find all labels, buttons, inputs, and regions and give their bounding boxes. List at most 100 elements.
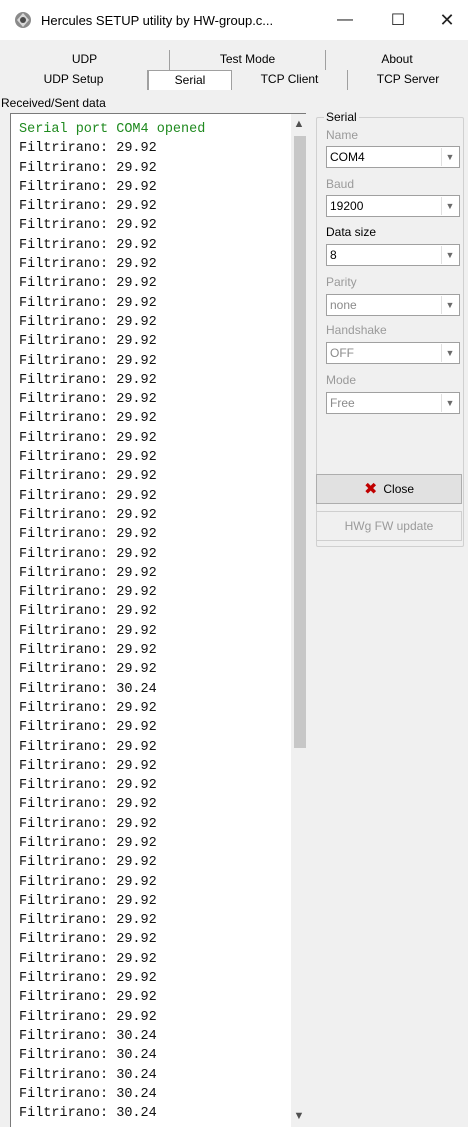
log-line: Filtrirano: 29.92: [19, 758, 157, 774]
log-line: Filtrirano: 29.92: [19, 604, 157, 620]
log-line: Filtrirano: 29.92: [19, 469, 157, 485]
baud-label: Baud: [326, 177, 355, 191]
log-line: Filtrirano: 30.24: [19, 1028, 157, 1044]
log-line: Filtrirano: 29.92: [19, 392, 157, 408]
tab-about[interactable]: About: [326, 50, 468, 70]
log-line: Filtrirano: 29.92: [19, 643, 157, 659]
tab-serial[interactable]: Serial: [148, 70, 232, 90]
tab-tcp-client[interactable]: TCP Client: [232, 70, 348, 90]
log-line: Filtrirano: 29.92: [19, 334, 157, 350]
window-title: Hercules SETUP utility by HW-group.c...: [41, 12, 274, 28]
mode-select[interactable]: Free ▼: [326, 392, 460, 414]
data-size-label: Data size: [326, 225, 377, 239]
log-line: Filtrirano: 29.92: [19, 160, 157, 176]
mode-label: Mode: [326, 373, 357, 387]
log-line: Filtrirano: 29.92: [19, 797, 157, 813]
close-x-icon: ✖: [363, 481, 378, 498]
log-line: Filtrirano: 29.92: [19, 700, 157, 716]
log-scrollbar[interactable]: ▲ ▼: [291, 114, 306, 1127]
handshake-label: Handshake: [326, 323, 387, 337]
baud-value: 19200: [330, 199, 364, 213]
log-line: Filtrirano: 29.92: [19, 295, 157, 311]
log-line: Filtrirano: 29.92: [19, 835, 157, 851]
log-lines: Serial port COM4 opened Filtrirano: 29.92…: [19, 120, 205, 1123]
handshake-select[interactable]: OFF ▼: [326, 342, 460, 364]
tab-udp[interactable]: UDP: [0, 50, 170, 70]
chevron-down-icon[interactable]: ▼: [441, 344, 458, 362]
log-line: Filtrirano: 30.24: [19, 1048, 157, 1064]
received-sent-label: Received/Sent data: [1, 96, 106, 110]
parity-value: none: [330, 298, 357, 312]
log-line: Filtrirano: 29.92: [19, 218, 157, 234]
close-port-button[interactable]: ✖ Close: [316, 474, 462, 504]
log-line: Filtrirano: 29.92: [19, 971, 157, 987]
log-line: Filtrirano: 30.24: [19, 1067, 157, 1083]
log-line: Serial port COM4 opened: [19, 122, 206, 137]
tab-udp-setup[interactable]: UDP Setup: [0, 70, 148, 90]
log-line: Filtrirano: 29.92: [19, 662, 157, 678]
log-line: Filtrirano: 29.92: [19, 855, 157, 871]
log-line: Filtrirano: 29.92: [19, 739, 157, 755]
hwg-fw-update-button[interactable]: HWg FW update: [316, 511, 462, 541]
log-line: Filtrirano: 29.92: [19, 893, 157, 909]
minimize-button[interactable]: —: [322, 0, 368, 40]
log-line: Filtrirano: 29.92: [19, 874, 157, 890]
title-bar: Hercules SETUP utility by HW-group.c... …: [0, 0, 468, 40]
received-data-log[interactable]: Serial port COM4 opened Filtrirano: 29.92…: [10, 113, 306, 1127]
log-line: Filtrirano: 29.92: [19, 565, 157, 581]
log-line: Filtrirano: 29.92: [19, 623, 157, 639]
log-line: Filtrirano: 30.24: [19, 681, 157, 697]
chevron-down-icon[interactable]: ▼: [441, 197, 458, 215]
log-line: Filtrirano: 29.92: [19, 990, 157, 1006]
scroll-up-icon[interactable]: ▲: [291, 116, 306, 132]
handshake-value: OFF: [330, 346, 354, 360]
log-line: Filtrirano: 29.92: [19, 141, 157, 157]
log-line: Filtrirano: 29.92: [19, 816, 157, 832]
log-line: Filtrirano: 29.92: [19, 488, 157, 504]
parity-label: Parity: [326, 275, 357, 289]
log-line: Filtrirano: 29.92: [19, 720, 157, 736]
chevron-down-icon[interactable]: ▼: [441, 394, 458, 412]
data-size-select[interactable]: 8 ▼: [326, 244, 460, 266]
chevron-down-icon[interactable]: ▼: [441, 246, 458, 264]
log-line: Filtrirano: 29.92: [19, 353, 157, 369]
log-line: Filtrirano: 29.92: [19, 778, 157, 794]
log-line: Filtrirano: 29.92: [19, 932, 157, 948]
data-size-value: 8: [330, 248, 337, 262]
log-line: Filtrirano: 29.92: [19, 372, 157, 388]
log-line: Filtrirano: 29.92: [19, 507, 157, 523]
tab-row-top: UDP Test Mode About: [0, 50, 468, 70]
log-line: Filtrirano: 29.92: [19, 1009, 157, 1025]
chevron-down-icon[interactable]: ▼: [441, 148, 458, 166]
close-window-button[interactable]: ✕: [424, 0, 468, 40]
log-line: Filtrirano: 29.92: [19, 430, 157, 446]
name-label: Name: [326, 128, 359, 142]
hwg-fw-update-label: HWg FW update: [344, 519, 434, 533]
chevron-down-icon[interactable]: ▼: [441, 296, 458, 314]
log-line: Filtrirano: 30.24: [19, 1106, 157, 1122]
log-line: Filtrirano: 29.92: [19, 527, 157, 543]
log-line: Filtrirano: 29.92: [19, 276, 157, 292]
mode-value: Free: [330, 396, 355, 410]
log-line: Filtrirano: 29.92: [19, 585, 157, 601]
baud-select[interactable]: 19200 ▼: [326, 195, 460, 217]
hercules-app-icon: [15, 12, 31, 28]
close-port-label: Close: [383, 482, 415, 496]
log-line: Filtrirano: 29.92: [19, 951, 157, 967]
log-line: Filtrirano: 29.92: [19, 913, 157, 929]
log-line: Filtrirano: 29.92: [19, 179, 157, 195]
log-line: Filtrirano: 29.92: [19, 257, 157, 273]
port-name-select[interactable]: COM4 ▼: [326, 146, 460, 168]
tab-test-mode[interactable]: Test Mode: [170, 50, 326, 70]
serial-group-title: Serial: [324, 110, 359, 124]
port-name-value: COM4: [330, 150, 365, 164]
tab-tcp-server[interactable]: TCP Server: [348, 70, 468, 90]
log-line: Filtrirano: 29.92: [19, 546, 157, 562]
scroll-down-icon[interactable]: ▼: [291, 1108, 306, 1124]
parity-select[interactable]: none ▼: [326, 294, 460, 316]
scroll-thumb[interactable]: [294, 136, 306, 748]
log-line: Filtrirano: 29.92: [19, 237, 157, 253]
maximize-button[interactable]: ☐: [375, 0, 421, 40]
log-line: Filtrirano: 29.92: [19, 199, 157, 215]
log-line: Filtrirano: 30.24: [19, 1086, 157, 1102]
